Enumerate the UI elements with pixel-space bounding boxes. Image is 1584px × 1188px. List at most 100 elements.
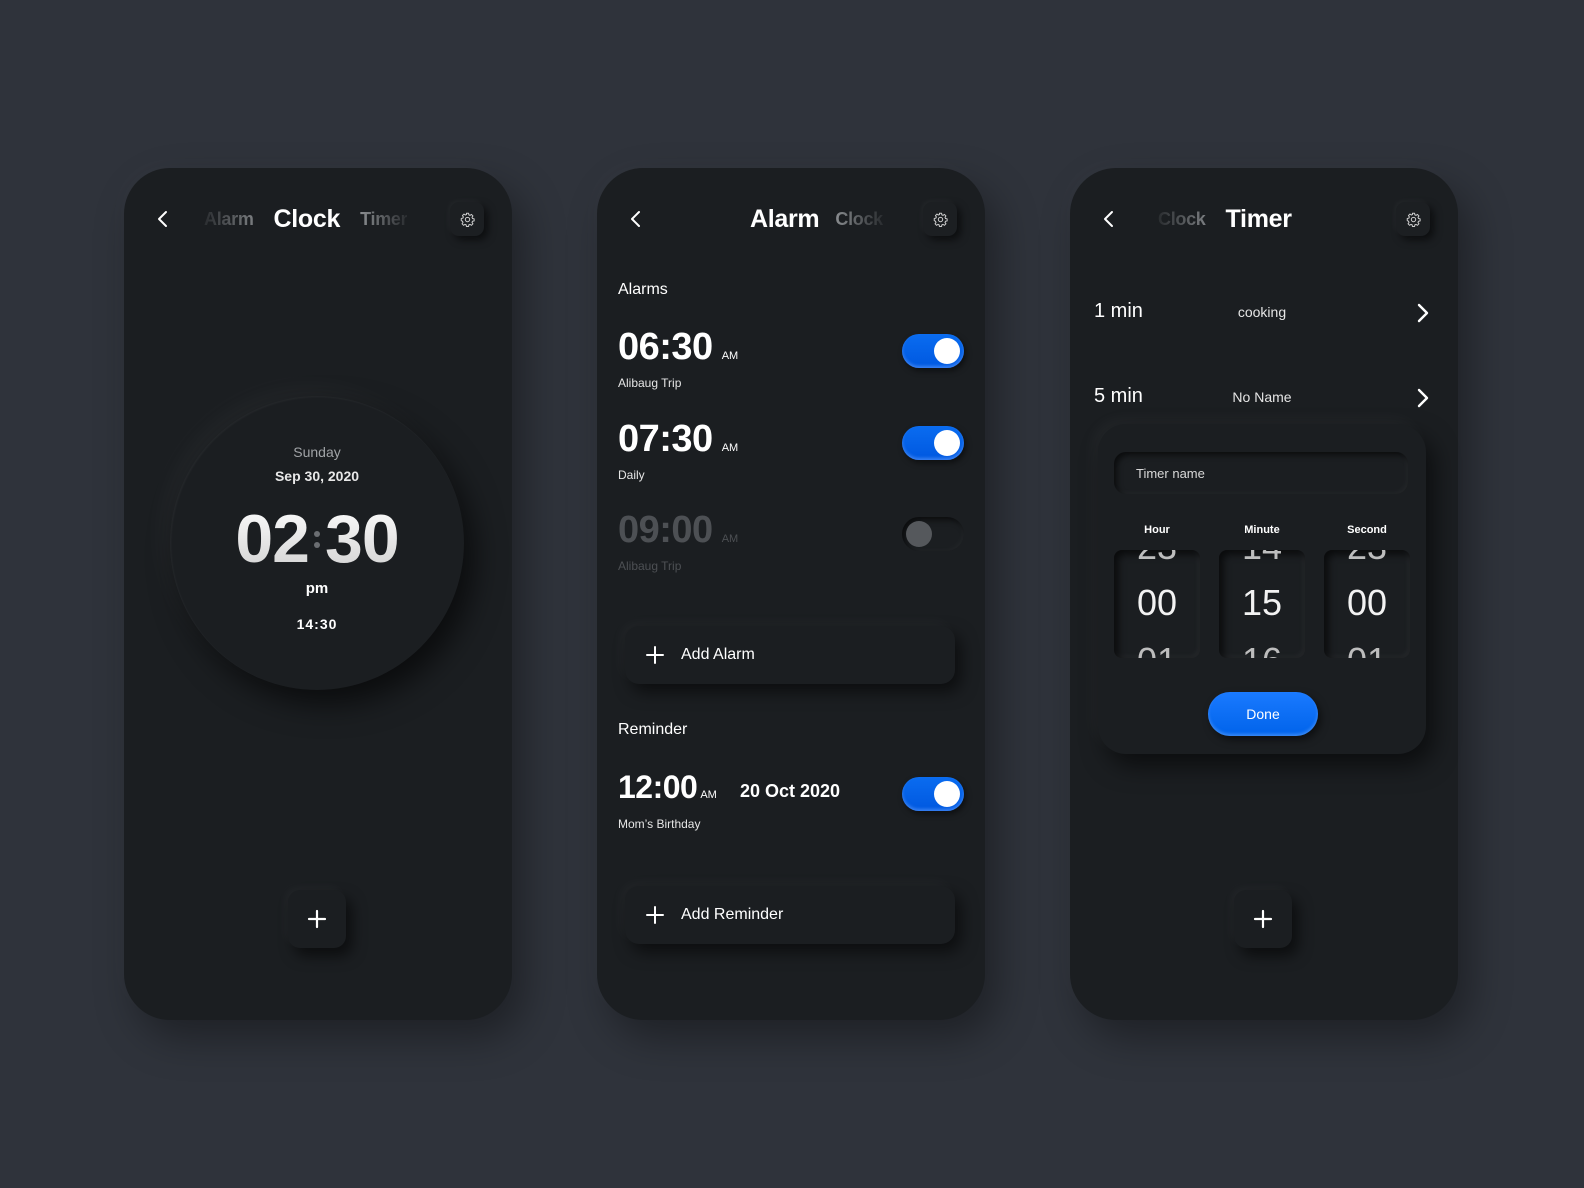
add-alarm-button[interactable]: Add Alarm (625, 626, 955, 684)
reminder-item: 12:00 AM 20 Oct 2020 Mom’s Birthday (618, 769, 964, 839)
toggle-knob (934, 781, 960, 807)
alarm-item: 06:30 AM Alibaug Trip (618, 326, 964, 396)
time-value: 06:30 (618, 326, 713, 368)
tab-bar: Alarm Clock Timer (204, 198, 408, 240)
gear-icon (1406, 212, 1421, 227)
header: Clock Timer (1070, 198, 1458, 240)
back-button[interactable] (623, 206, 649, 232)
tab-clock[interactable]: Clock (274, 205, 341, 234)
reminder-toggle[interactable] (902, 777, 964, 811)
hour-label: Hour (1144, 524, 1170, 536)
period: AM (700, 789, 717, 801)
timer-item[interactable]: 5 min No Name (1094, 383, 1430, 413)
timer-item[interactable]: 1 min cooking (1094, 298, 1430, 328)
plus-icon (646, 646, 664, 664)
current-value: 00 (1136, 582, 1178, 623)
timer-name-input[interactable] (1114, 452, 1408, 494)
chevron-right-icon (1417, 388, 1429, 408)
tab-clock[interactable]: Clock (1158, 209, 1206, 230)
alarm-label: Alibaug Trip (618, 559, 682, 573)
settings-button[interactable] (923, 202, 957, 236)
time-display: 02 30 (170, 500, 464, 578)
minute-label: Minute (1244, 524, 1280, 536)
plus-icon (307, 909, 327, 929)
date-label: Sep 30, 2020 (274, 468, 360, 484)
add-alarm-label: Add Alarm (681, 646, 755, 663)
timer-name: No Name (1232, 389, 1292, 405)
period-label: pm (305, 580, 329, 597)
add-button[interactable] (288, 890, 346, 948)
alarm-label: Alibaug Trip (618, 376, 682, 390)
gear-icon (460, 212, 475, 227)
alarm-time: 09:00 AM (618, 509, 738, 552)
tab-bar: Clock Timer (1158, 198, 1292, 240)
timer-name: cooking (1237, 304, 1287, 320)
hour-picker: Hour 23 00 01 (1114, 524, 1200, 658)
period: AM (721, 533, 739, 545)
tab-timer[interactable]: Timer (1226, 205, 1292, 234)
timer-screen: Clock Timer 1 min cooking 5 min No Name … (1070, 168, 1458, 1020)
second-wheel[interactable]: 23 00 01 (1324, 550, 1410, 658)
chevron-left-icon (1104, 211, 1113, 227)
add-reminder-label: Add Reminder (681, 906, 784, 923)
alarm-time: 06:30 AM (618, 326, 738, 369)
next-value: 16 (1219, 640, 1305, 658)
time-value: 09:00 (618, 509, 713, 551)
chevron-left-icon (631, 211, 640, 227)
alarm-label: Daily (618, 468, 645, 482)
day-label: Sunday (293, 444, 341, 460)
current-value: 00 (1346, 582, 1388, 623)
tab-timer[interactable]: Timer (360, 209, 408, 230)
time-24h: 14:30 (296, 616, 338, 632)
alarm-toggle[interactable] (902, 334, 964, 368)
toggle-knob (906, 521, 932, 547)
alarm-toggle[interactable] (902, 517, 964, 551)
period: AM (721, 442, 739, 454)
tab-alarm[interactable]: Alarm (750, 205, 820, 234)
back-button[interactable] (150, 206, 176, 232)
reminder-time: 12:00 AM (618, 769, 717, 806)
add-timer-button[interactable] (1234, 890, 1292, 948)
current-value: 15 (1241, 582, 1283, 623)
gear-icon (933, 212, 948, 227)
alarm-item: 09:00 AM Alibaug Trip (618, 509, 964, 579)
second-picker: Second 23 00 01 (1324, 524, 1410, 658)
second-label: Second (1347, 524, 1387, 536)
toggle-knob (934, 430, 960, 456)
alarm-toggle[interactable] (902, 426, 964, 460)
reminder-section-title: Reminder (618, 721, 688, 738)
minutes: 30 (325, 501, 400, 577)
next-value: 01 (1324, 640, 1410, 658)
chevron-right-icon (1417, 303, 1429, 323)
hours: 02 (235, 501, 310, 577)
add-reminder-button[interactable]: Add Reminder (625, 886, 955, 944)
prev-value: 23 (1114, 550, 1200, 568)
time-value: 12:00 (618, 769, 698, 805)
header: Alarm Clock Timer (124, 198, 512, 240)
header: Alarm Clock (597, 198, 985, 240)
time-value: 07:30 (618, 418, 713, 460)
toggle-knob (934, 338, 960, 364)
back-button[interactable] (1096, 206, 1122, 232)
alarm-screen: Alarm Clock Alarms 06:30 AM Alibaug Trip… (597, 168, 985, 1020)
tab-alarm[interactable]: Alarm (204, 209, 254, 230)
period: AM (721, 350, 739, 362)
clock-face: Sunday Sep 30, 2020 02 30 pm 14:30 (170, 396, 464, 690)
reminder-date: 20 Oct 2020 (740, 781, 841, 801)
clock-screen: Alarm Clock Timer Sunday Sep 30, 2020 02… (124, 168, 512, 1020)
tab-clock[interactable]: Clock (835, 209, 883, 230)
next-value: 01 (1114, 640, 1200, 658)
tab-bar: Alarm Clock (750, 198, 883, 240)
alarm-item: 07:30 AM Daily (618, 418, 964, 488)
done-button[interactable]: Done (1208, 692, 1318, 736)
reminder-label: Mom’s Birthday (618, 817, 701, 831)
alarm-time: 07:30 AM (618, 418, 738, 461)
settings-button[interactable] (1396, 202, 1430, 236)
minute-wheel[interactable]: 14 15 16 (1219, 550, 1305, 658)
settings-button[interactable] (450, 202, 484, 236)
plus-icon (646, 906, 664, 924)
hour-wheel[interactable]: 23 00 01 (1114, 550, 1200, 658)
minute-picker: Minute 14 15 16 (1219, 524, 1305, 658)
prev-value: 14 (1219, 550, 1305, 568)
chevron-left-icon (158, 211, 167, 227)
